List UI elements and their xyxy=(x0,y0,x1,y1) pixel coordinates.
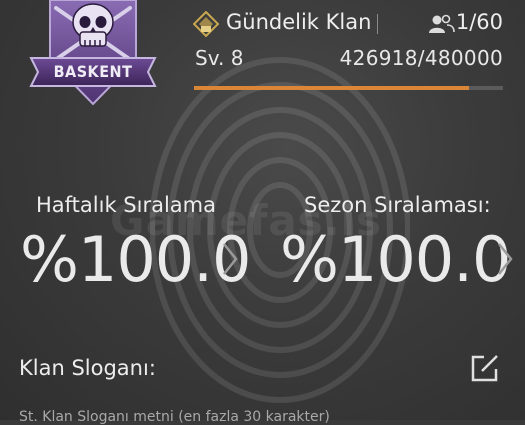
skull-crossed-swords-badge-icon xyxy=(29,0,157,106)
clan-slogan-text: St. Klan Sloganı metni (en fazla 30 kara… xyxy=(19,409,330,425)
member-count: 1/60 xyxy=(455,10,503,34)
members-icon xyxy=(429,14,455,33)
header-divider xyxy=(377,14,378,34)
season-ranking-chevron-right-icon[interactable] xyxy=(497,242,513,276)
weekly-ranking-label: Haftalık Sıralama xyxy=(36,193,216,217)
season-ranking-label: Sezon Sıralaması: xyxy=(304,193,491,217)
xp-progress-fill xyxy=(194,86,469,90)
clan-emblem-icon xyxy=(193,11,219,37)
weekly-ranking-value: %100.0 xyxy=(20,223,251,296)
clan-xp: 426918/480000 xyxy=(339,46,503,70)
clan-level: Sv. 8 xyxy=(195,46,244,70)
clan-badge-name: BASKENT xyxy=(53,62,133,81)
edit-icon[interactable] xyxy=(470,353,500,383)
clan-name: Gündelik Klan xyxy=(226,10,372,34)
season-ranking-value: %100.0 xyxy=(280,223,511,296)
weekly-ranking-chevron-right-icon[interactable] xyxy=(222,242,238,276)
clan-slogan-label: Klan Sloganı: xyxy=(19,356,156,380)
xp-progress-bar xyxy=(194,86,503,90)
